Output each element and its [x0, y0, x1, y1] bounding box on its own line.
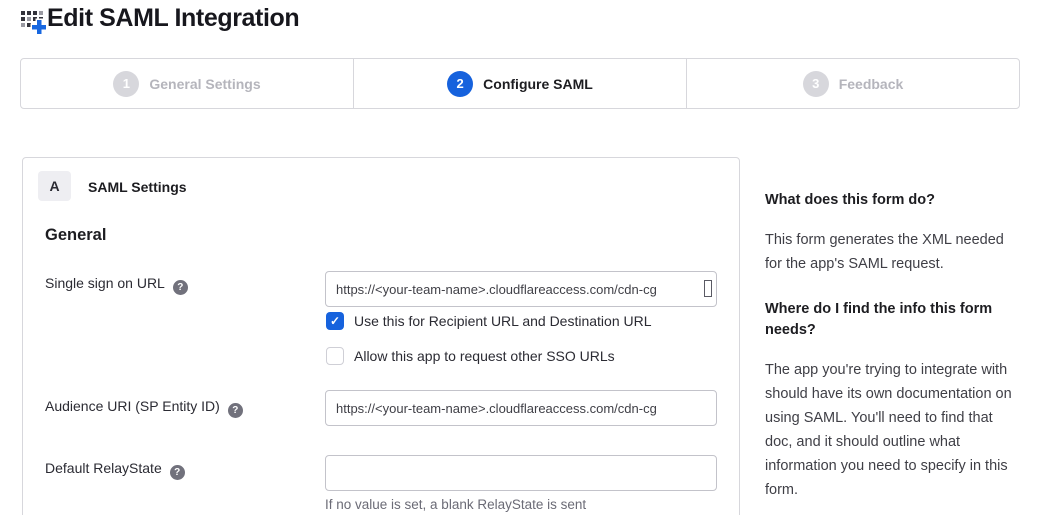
group-title-general: General — [45, 226, 106, 245]
step-1-badge: 1 — [113, 71, 139, 97]
checkbox-unchecked-icon[interactable] — [326, 347, 344, 365]
sidebar-para-where: The app you're trying to integrate with … — [765, 358, 1019, 502]
step-2-label: Configure SAML — [483, 76, 593, 92]
step-3-badge: 3 — [803, 71, 829, 97]
help-icon[interactable]: ? — [173, 280, 188, 295]
help-icon[interactable]: ? — [170, 465, 185, 480]
sso-url-input-wrap — [325, 271, 717, 307]
relay-state-label: Default RelayState? — [45, 460, 185, 480]
help-sidebar: What does this form do? This form genera… — [765, 190, 1019, 515]
section-title: SAML Settings — [88, 179, 187, 195]
step-1-label: General Settings — [149, 76, 260, 92]
section-letter-badge: A — [38, 171, 71, 201]
wizard-step-bar: 1 General Settings 2 Configure SAML 3 Fe… — [20, 58, 1020, 109]
sso-url-input[interactable] — [325, 271, 717, 307]
audience-uri-label: Audience URI (SP Entity ID)? — [45, 398, 243, 418]
relay-state-hint: If no value is set, a blank RelayState i… — [325, 497, 586, 512]
edit-saml-integration-page: Edit SAML Integration 1 General Settings… — [0, 0, 1063, 515]
audience-uri-input[interactable] — [325, 390, 717, 426]
sidebar-heading-what: What does this form do? — [765, 190, 1019, 211]
saml-settings-card: A SAML Settings General Single sign on U… — [22, 157, 740, 515]
other-sso-urls-checkbox-row[interactable]: Allow this app to request other SSO URLs — [326, 347, 615, 365]
step-3-label: Feedback — [839, 76, 904, 92]
step-configure-saml[interactable]: 2 Configure SAML — [353, 59, 686, 108]
step-general-settings[interactable]: 1 General Settings — [21, 59, 353, 108]
sidebar-para-what: This form generates the XML needed for t… — [765, 228, 1019, 276]
sso-url-label: Single sign on URL? — [45, 275, 188, 295]
relay-state-input-wrap — [325, 455, 717, 491]
sidebar-heading-where: Where do I find the info this form needs… — [765, 299, 1019, 341]
text-cursor — [704, 280, 712, 297]
app-grid-plus-icon — [19, 7, 47, 35]
relay-state-input[interactable] — [325, 455, 717, 491]
other-sso-urls-checkbox-label: Allow this app to request other SSO URLs — [354, 348, 615, 364]
recipient-url-checkbox-row[interactable]: ✓ Use this for Recipient URL and Destina… — [326, 312, 652, 330]
checkbox-checked-icon[interactable]: ✓ — [326, 312, 344, 330]
step-feedback[interactable]: 3 Feedback — [686, 59, 1019, 108]
recipient-url-checkbox-label: Use this for Recipient URL and Destinati… — [354, 313, 652, 329]
page-title: Edit SAML Integration — [47, 4, 299, 33]
help-icon[interactable]: ? — [228, 403, 243, 418]
step-2-badge: 2 — [447, 71, 473, 97]
audience-uri-input-wrap — [325, 390, 717, 426]
